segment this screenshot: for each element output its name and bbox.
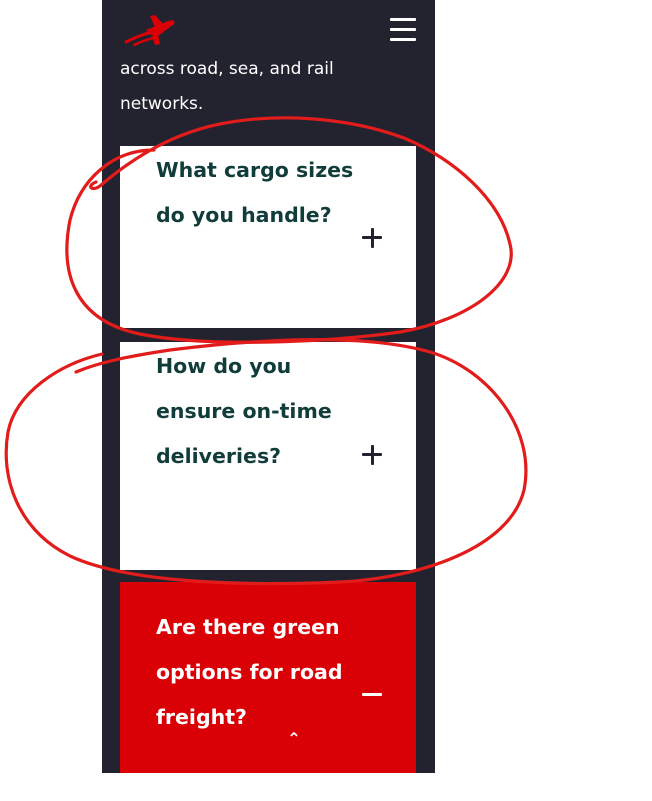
intro-text: across road, sea, and rail networks. xyxy=(120,59,334,114)
faq-item-expanded[interactable]: Are there green options for road freight… xyxy=(120,582,416,773)
faq-question: How do you ensure on-time deliveries? xyxy=(156,354,332,468)
minus-icon[interactable] xyxy=(360,683,384,707)
hamburger-menu-icon[interactable] xyxy=(388,16,418,44)
faq-item[interactable]: What cargo sizes do you handle? xyxy=(120,146,416,328)
faq-question: What cargo sizes do you handle? xyxy=(156,158,354,227)
faq-item[interactable]: How do you ensure on-time deliveries? xyxy=(120,342,416,570)
faq-question: Are there green options for road freight… xyxy=(156,615,343,729)
site-header xyxy=(102,0,435,60)
plus-icon[interactable] xyxy=(360,443,384,467)
airplane-logo[interactable] xyxy=(122,12,178,48)
mobile-page: across road, sea, and rail networks. Wha… xyxy=(102,0,435,773)
plus-icon[interactable] xyxy=(360,226,384,250)
chevron-up-icon[interactable]: ⌃ xyxy=(283,728,305,750)
